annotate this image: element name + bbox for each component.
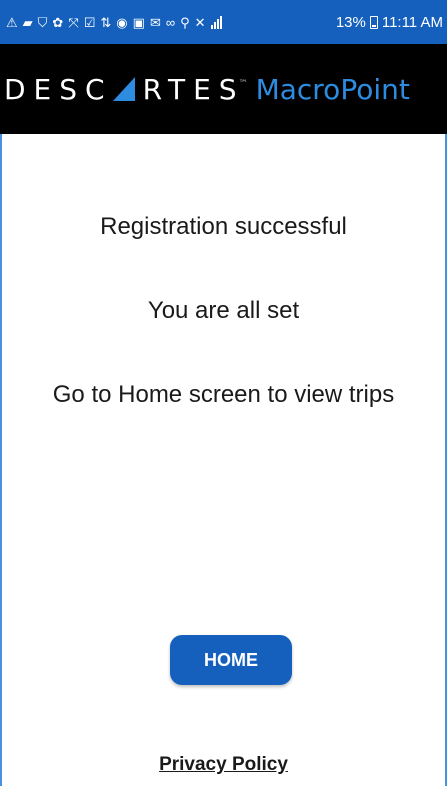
voicemail-icon: ∞: [165, 15, 176, 29]
checkbox-icon: ☑: [83, 15, 96, 29]
mail-icon: ✉: [149, 15, 161, 29]
battery-icon: [369, 15, 378, 29]
battery-percent: 13%: [335, 13, 366, 31]
image-icon: ▣: [132, 15, 145, 29]
warning-icon: ⚠: [6, 15, 18, 29]
product-name: MacroPoint: [255, 72, 410, 106]
swap-icon: ⇅: [100, 15, 112, 29]
brand-right: RTES: [142, 72, 245, 106]
location-icon: ⚲: [180, 15, 190, 29]
shield-wifi-icon: ⛉: [37, 15, 48, 29]
privacy-policy-link[interactable]: Privacy Policy: [0, 754, 447, 776]
status-right: 13% 11:11 AM: [336, 14, 443, 31]
brand-left: DESC: [4, 72, 113, 106]
flower-icon: ✿: [52, 15, 64, 29]
registration-message: Registration successful: [100, 213, 347, 240]
signal-icon: [210, 15, 222, 29]
app-header: DESC RTES ™ MacroPoint: [0, 44, 447, 134]
status-bar: ⚠ ▰ ⛉ ✿ ⤧ ☑ ⇅ ◉ ▣ ✉ ∞ ⚲ ✕ 13% 11:11 AM: [0, 0, 447, 44]
all-set-message: You are all set: [147, 297, 300, 324]
clock: 11:11 AM: [381, 13, 443, 31]
brand-a-shape: [112, 77, 135, 101]
mute-icon: ✕: [194, 15, 206, 29]
home-button[interactable]: HOME: [170, 635, 292, 685]
transfer-icon: ⤧: [68, 15, 79, 29]
app-icon: ◉: [116, 15, 128, 29]
home-instructions: Go to Home screen to view trips: [52, 381, 395, 408]
brand-logo: DESC RTES ™ MacroPoint: [4, 73, 410, 106]
notification-icons: ⚠ ▰ ⛉ ✿ ⤧ ☑ ⇅ ◉ ▣ ✉ ∞ ⚲ ✕: [6, 15, 336, 29]
trademark: ™: [238, 78, 248, 89]
chat-icon: ▰: [22, 15, 33, 29]
